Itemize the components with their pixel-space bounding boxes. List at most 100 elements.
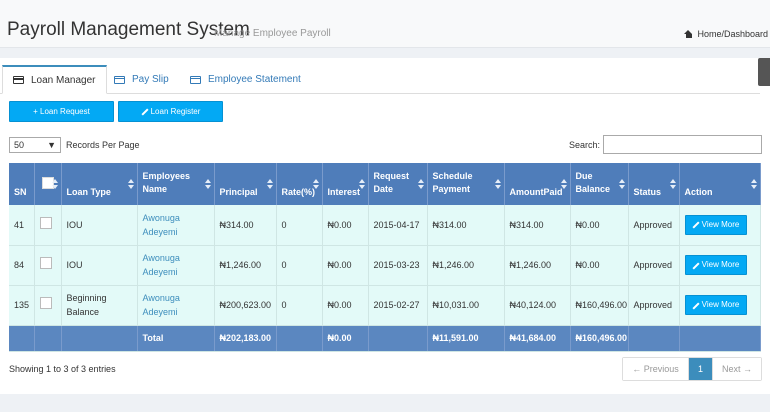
cell-action: View More [679,285,761,326]
tab-label: Loan Manager [31,74,96,86]
cell-action: View More [679,245,761,286]
table-row: 135 Beginning Balance Awonuga Adeyemi ₦2… [9,285,761,326]
foot-cell [61,325,138,352]
cell-loan-type: IOU [61,205,138,246]
foot-cell [276,325,323,352]
cell-loan-type: Beginning Balance [61,285,138,326]
total-principal: ₦202,183.00 [214,325,277,352]
previous-button[interactable]: ← Previous [623,358,689,380]
view-more-button[interactable]: View More [684,214,747,235]
search-box: Search: [569,135,763,154]
foot-cell [9,325,35,352]
col-loan-type[interactable]: Loan Type [61,163,138,205]
foot-cell [368,325,428,352]
cell-schedule: ₦10,031.00 [427,285,505,326]
tab-pay-slip[interactable]: Pay Slip [104,65,179,94]
table-header-row: SN Loan Type Employees Name Principal Ra… [9,163,761,205]
sort-icon [494,179,501,189]
table-footer-row: Total ₦202,183.00 ₦0.00 ₦11,591.00 ₦41,6… [9,325,761,352]
view-more-button[interactable]: View More [684,295,747,315]
col-due-balance[interactable]: Due Balance [570,163,629,205]
cell-amount-paid: ₦1,246.00 [504,245,571,286]
top-bar: Payroll Management System Manage Employe… [0,0,770,48]
page-1-button[interactable]: 1 [689,358,712,380]
loan-register-button[interactable]: Loan Register [118,101,223,122]
cell-rate: 0 [276,285,323,326]
cell-sn: 41 [9,205,35,246]
tab-label: Pay Slip [132,74,169,85]
col-interest[interactable]: Interest [322,163,369,205]
records-label: Records Per Page [66,140,140,150]
col-schedule-payment[interactable]: Schedule Payment [427,163,505,205]
cell-select [34,245,62,286]
employee-link[interactable]: Awonuga Adeyemi [143,293,180,317]
app-subtitle: Manage Employee Payroll [214,28,331,39]
tab-loan-manager[interactable]: Loan Manager [2,65,107,94]
cell-status: Approved [628,205,680,246]
total-interest: ₦0.00 [322,325,369,352]
pencil-icon [692,302,699,309]
cell-due: ₦0.00 [570,245,629,286]
col-status[interactable]: Status [628,163,680,205]
search-input[interactable] [603,135,763,154]
sort-icon [127,179,134,189]
loan-request-label: + Loan Request [33,107,90,116]
col-sn[interactable]: SN [9,163,35,205]
cell-schedule: ₦314.00 [427,205,505,246]
cell-principal: ₦1,246.00 [214,245,277,286]
cell-loan-type: IOU [61,245,138,286]
cell-sn: 84 [9,245,35,286]
chevron-down-icon: ▼ [47,140,56,150]
total-schedule: ₦11,591.00 [427,325,505,352]
total-amount-paid: ₦41,684.00 [504,325,571,352]
table-row: 84 IOU Awonuga Adeyemi ₦1,246.00 0 ₦0.00… [9,245,761,286]
cell-request-date: 2015-02-27 [368,285,428,326]
total-label: Total [137,325,215,352]
sort-icon [560,179,567,189]
next-button[interactable]: Next → [712,358,761,380]
table-row: 41 IOU Awonuga Adeyemi ₦314.00 0 ₦0.00 2… [9,205,761,246]
card-icon [190,75,201,84]
col-action[interactable]: Action [679,163,761,205]
employee-link[interactable]: Awonuga Adeyemi [143,253,180,277]
row-checkbox[interactable] [39,216,52,229]
records-value: 50 [14,140,25,150]
col-request-date[interactable]: Request Date [368,163,428,205]
sort-icon [51,179,58,189]
view-more-button[interactable]: View More [684,255,747,275]
cell-action: View More [679,205,761,246]
scroll-handle[interactable] [758,58,770,86]
pagination: ← Previous 1 Next → [622,357,762,381]
cell-interest: ₦0.00 [322,205,369,246]
col-amount-paid[interactable]: AmountPaid [504,163,571,205]
pencil-icon [692,262,699,269]
cell-select [34,205,62,246]
cell-due: ₦160,496.00 [570,285,629,326]
cell-request-date: 2015-04-17 [368,205,428,246]
col-employee-name[interactable]: Employees Name [137,163,215,205]
col-principal[interactable]: Principal [214,163,277,205]
loan-request-button[interactable]: + Loan Request [9,101,114,122]
tab-employee-statement[interactable]: Employee Statement [180,65,311,94]
col-select[interactable] [34,163,62,205]
cell-schedule: ₦1,246.00 [427,245,505,286]
cell-interest: ₦0.00 [322,285,369,326]
employee-link[interactable]: Awonuga Adeyemi [143,213,180,237]
total-due: ₦160,496.00 [570,325,629,352]
cell-name: Awonuga Adeyemi [137,285,215,326]
cell-name: Awonuga Adeyemi [137,245,215,286]
cell-amount-paid: ₦40,124.00 [504,285,571,326]
cell-name: Awonuga Adeyemi [137,205,215,246]
card-icon [13,76,24,84]
card-icon [114,75,125,84]
cell-amount-paid: ₦314.00 [504,205,571,246]
row-checkbox[interactable] [39,297,52,309]
foot-cell [34,325,62,352]
records-select[interactable]: 50 ▼ [9,137,61,153]
tab-label: Employee Statement [208,74,301,85]
breadcrumb[interactable]: Home/Dashboard [684,29,768,39]
row-checkbox[interactable] [39,257,52,269]
loan-register-label: Loan Register [150,107,201,116]
col-rate[interactable]: Rate(%) [276,163,323,205]
records-per-page: 50 ▼ Records Per Page [9,137,140,153]
